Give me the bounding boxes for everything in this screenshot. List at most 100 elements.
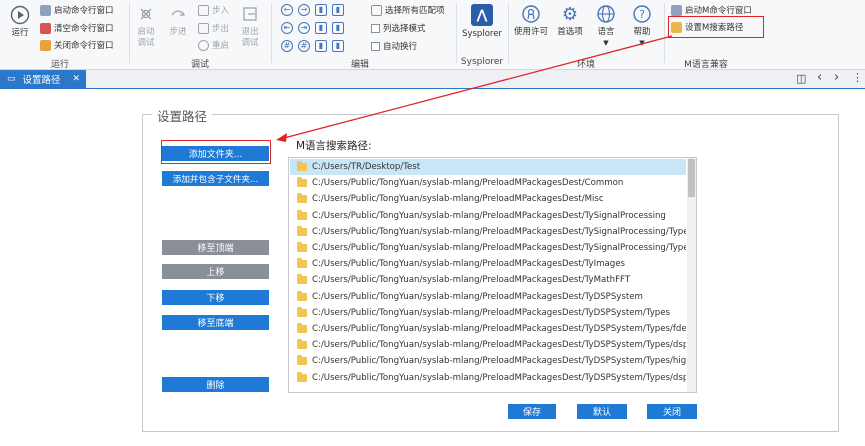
start-m-cmd-button[interactable]: 启动M命令行窗口 (671, 4, 752, 16)
exit-debug-button[interactable]: 退出 调试 (237, 4, 263, 49)
default-button[interactable]: 默认 (577, 404, 627, 419)
move-up-button[interactable]: 上移 (162, 264, 269, 279)
group-divider (456, 3, 457, 63)
outdent-icon[interactable]: ⇥ (298, 22, 310, 34)
folder-icon (297, 274, 307, 285)
bookmark-toggle-icon[interactable]: ▮ (332, 40, 344, 52)
path-text: C:/Users/Public/TongYuan/syslab-mlang/Pr… (312, 356, 686, 367)
restart-button[interactable]: 重启 (198, 39, 229, 51)
gear-icon: ⚙ (561, 3, 579, 25)
comment-icon[interactable]: # (281, 40, 293, 52)
license-button[interactable]: 使用许可 (512, 4, 550, 38)
search-path-label: M语言搜索路径: (296, 140, 372, 152)
preferences-button[interactable]: ⚙ 首选项 (553, 4, 587, 38)
bookmark-icon[interactable]: ▮ (315, 4, 327, 16)
close-cmd-window-button[interactable]: 关闭命令行窗口 (40, 39, 114, 51)
auto-wrap-checkbox[interactable]: 自动换行 (371, 40, 417, 52)
path-list-item[interactable]: C:/Users/Public/TongYuan/syslab-mlang/Pr… (290, 191, 686, 207)
forward-icon[interactable]: → (298, 4, 310, 16)
start-debug-button[interactable]: 启动 调试 (133, 4, 159, 49)
save-button[interactable]: 保存 (508, 404, 556, 419)
path-list-item[interactable]: C:/Users/Public/TongYuan/syslab-mlang/Pr… (290, 256, 686, 272)
select-all-matches-label: 选择所有匹配项 (385, 6, 445, 16)
step-out-button[interactable]: 步出 (198, 22, 229, 34)
column-select-label: 列选择模式 (383, 24, 426, 34)
bookmark-list-icon[interactable]: ▮ (315, 40, 327, 52)
move-down-button[interactable]: 下移 (162, 290, 269, 305)
env-group-label: 环境 (576, 60, 595, 70)
delete-button[interactable]: 删除 (162, 377, 269, 392)
uncomment-icon[interactable]: # (298, 40, 310, 52)
step-in-button[interactable]: 步入 (198, 4, 229, 16)
move-to-top-button[interactable]: 移至顶端 (162, 240, 269, 255)
play-icon (10, 5, 30, 25)
path-list-item[interactable]: C:/Users/Public/TongYuan/syslab-mlang/Pr… (290, 353, 686, 369)
tab-set-path[interactable]: ▭ 设置路径 ✕ (0, 70, 86, 88)
path-text: C:/Users/Public/TongYuan/syslab-mlang/Pr… (312, 243, 686, 253)
more-options-icon[interactable]: ⋮ (852, 71, 863, 84)
globe-icon (596, 4, 616, 24)
clear-cmd-window-button[interactable]: 清空命令行窗口 (40, 22, 114, 34)
step-out-label: 步出 (212, 24, 230, 34)
path-list-item[interactable]: C:/Users/Public/TongYuan/syslab-mlang/Pr… (290, 272, 686, 288)
path-list-item[interactable]: C:/Users/Public/TongYuan/syslab-mlang/Pr… (290, 240, 686, 256)
close-button[interactable]: 关闭 (647, 404, 697, 419)
chevron-right-icon[interactable]: › (834, 70, 839, 85)
path-list-item[interactable]: C:/Users/Public/TongYuan/syslab-mlang/Pr… (290, 208, 686, 224)
chevron-down-icon: ▼ (639, 39, 645, 47)
scrollbar-thumb[interactable] (688, 159, 695, 197)
chevron-left-icon[interactable]: ‹ (817, 70, 822, 85)
language-button[interactable]: 语言 ▼ (591, 4, 621, 49)
column-select-checkbox[interactable]: 列选择模式 (371, 22, 426, 34)
sysplorer-button[interactable]: ⋀ Sysplorer (459, 4, 505, 40)
bookmark-next-icon[interactable]: ▮ (332, 4, 344, 16)
path-list-item[interactable]: C:/Users/TR/Desktop/Test (290, 159, 686, 175)
path-list-item[interactable]: C:/Users/Public/TongYuan/syslab-mlang/Pr… (290, 337, 686, 353)
folder-icon (297, 209, 307, 220)
clear-cmd-window-label: 清空命令行窗口 (54, 24, 114, 34)
help-icon: ? (632, 4, 652, 24)
run-label: 运行 (11, 28, 29, 38)
path-list-item[interactable]: C:/Users/Public/TongYuan/syslab-mlang/Pr… (290, 321, 686, 337)
path-list-item[interactable]: C:/Users/Public/TongYuan/syslab-mlang/Pr… (290, 175, 686, 191)
path-text: C:/Users/Public/TongYuan/syslab-mlang/Pr… (312, 226, 686, 237)
debug-icon (136, 4, 156, 24)
svg-text:?: ? (639, 8, 645, 21)
start-debug-label: 启动 调试 (137, 27, 155, 48)
help-button[interactable]: ? 帮助 ▼ (627, 4, 657, 49)
group-divider (508, 3, 509, 63)
folder-icon (297, 355, 307, 366)
step-in-icon (198, 4, 209, 16)
console-icon (671, 4, 682, 16)
folder-icon (297, 225, 307, 236)
select-all-matches-button[interactable]: 选择所有匹配项 (371, 4, 445, 16)
run-group-label: 运行 (50, 60, 69, 70)
annotation-highlight-ribbon (668, 16, 764, 38)
path-list-item[interactable]: C:/Users/Public/TongYuan/syslab-mlang/Pr… (290, 305, 686, 321)
close-icon[interactable]: ✕ (73, 74, 81, 84)
path-list-item[interactable]: C:/Users/Public/TongYuan/syslab-mlang/Pr… (290, 370, 686, 386)
step-over-button[interactable]: 步进 (166, 4, 190, 38)
split-layout-icon[interactable]: ◫ (796, 72, 806, 85)
bookmark-clear-icon[interactable]: ▮ (332, 22, 344, 34)
run-button[interactable]: 运行 (6, 5, 34, 39)
add-with-subfolders-button[interactable]: 添加并包含子文件夹... (162, 171, 269, 186)
indent-icon[interactable]: ⇤ (281, 22, 293, 34)
folder-icon (297, 161, 307, 171)
sysplorer-label: Sysplorer (462, 29, 502, 39)
back-icon[interactable]: ← (281, 4, 293, 16)
path-text: C:/Users/Public/TongYuan/syslab-mlang/Pr… (312, 210, 666, 221)
path-list-item[interactable]: C:/Users/Public/TongYuan/syslab-mlang/Pr… (290, 224, 686, 240)
select-matches-icon (371, 4, 382, 16)
step-over-icon (168, 4, 188, 24)
path-text: C:/Users/Public/TongYuan/syslab-mlang/Pr… (312, 372, 686, 383)
search-path-list[interactable]: C:/Users/TR/Desktop/Test C:/Users/Public/… (288, 157, 697, 393)
start-cmd-window-button[interactable]: 启动命令行窗口 (40, 4, 114, 16)
vertical-scrollbar[interactable] (687, 158, 696, 392)
move-to-bottom-button[interactable]: 移至底端 (162, 315, 269, 330)
debug-group-label: 调试 (190, 60, 209, 70)
language-label: 语言 (597, 27, 615, 37)
start-m-cmd-label: 启动M命令行窗口 (685, 6, 752, 16)
path-list-item[interactable]: C:/Users/Public/TongYuan/syslab-mlang/Pr… (290, 289, 686, 305)
bookmark-prev-icon[interactable]: ▮ (315, 22, 327, 34)
